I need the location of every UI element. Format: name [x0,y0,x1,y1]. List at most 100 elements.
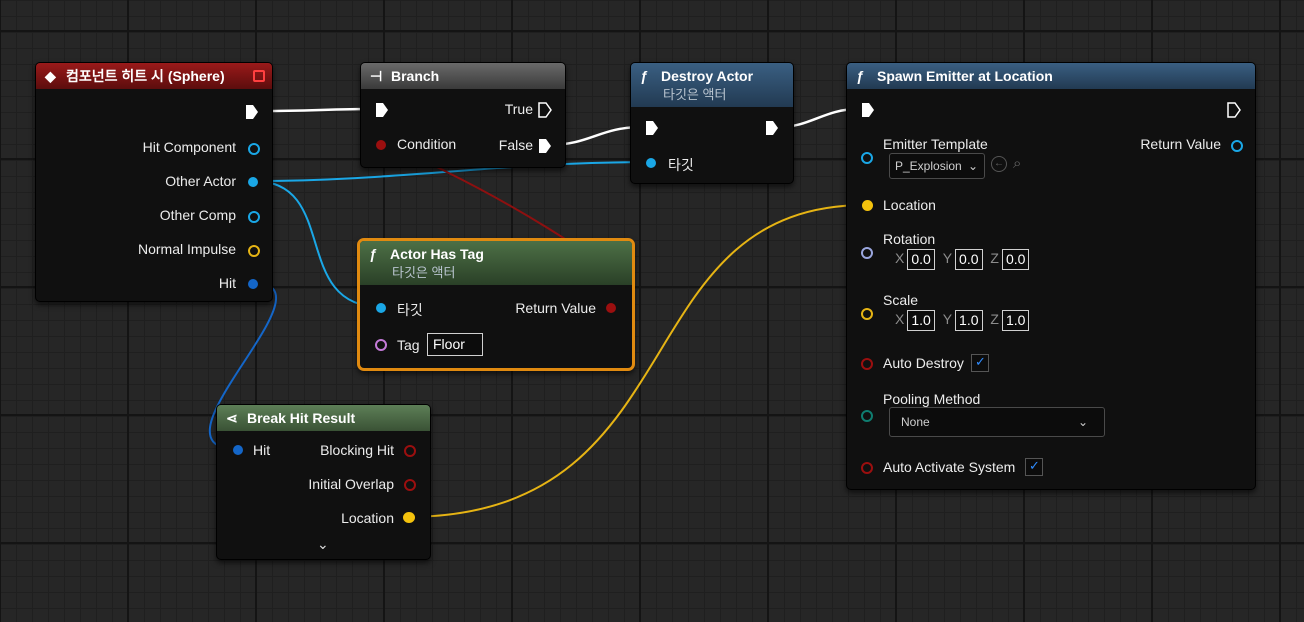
false-exec-pin[interactable] [538,138,552,154]
actor-has-tag-node[interactable]: ƒ Actor Has Tag 타깃은 액터 타깃 Return Value T… [357,238,635,371]
expand-chevron-icon[interactable]: ⌄ [317,536,329,553]
exec-wire-event-branch [261,107,375,113]
rotation-x-field[interactable]: 0.0 [907,249,935,270]
pooling-method-value: None [901,415,930,429]
rotation-pin[interactable] [861,247,873,259]
search-icon[interactable]: ⌕ [1013,155,1021,172]
tag-pin[interactable] [375,339,387,351]
blocking-hit-label: Blocking Hit [320,442,394,458]
actor-has-tag-title: Actor Has Tag [390,246,484,262]
return-value-label: Return Value [515,300,596,316]
pin-label-other-actor: Other Actor [165,173,236,189]
break-hit-result-node[interactable]: ⋖ Break Hit Result Hit Blocking Hit Init… [216,404,431,560]
chevron-down-icon: ⌄ [967,159,978,173]
scale-y-field[interactable]: 1.0 [955,310,983,331]
initial-overlap-pin[interactable] [404,479,416,491]
checkmark-icon: ✓ [1029,458,1040,473]
break-hit-result-title: Break Hit Result [247,410,356,426]
emitter-template-pin[interactable] [861,152,873,164]
location-pin[interactable] [862,200,873,211]
branch-node[interactable]: ⊣ Branch True Condition False [360,62,566,168]
false-label: False [498,137,533,153]
pooling-method-label: Pooling Method [883,391,981,407]
spawn-emitter-node[interactable]: ƒ Spawn Emitter at Location Emitter Temp… [846,62,1256,490]
branch-icon: ⊣ [370,68,383,84]
scale-x-field[interactable]: 1.0 [907,310,935,331]
axis-x-label: X [895,311,905,328]
tag-input[interactable]: Floor [427,333,483,356]
return-value-pin[interactable] [606,303,616,313]
branch-node-title: Branch [391,68,440,84]
initial-overlap-label: Initial Overlap [308,476,394,492]
function-icon: ƒ [369,246,377,262]
event-node-component-hit[interactable]: ◆ 컴포넌트 히트 시 (Sphere) Hit Component Other… [35,62,273,302]
other-comp-pin[interactable] [248,211,260,223]
spawn-emitter-title: Spawn Emitter at Location [877,68,1053,84]
exec-out-pin[interactable] [245,104,259,120]
return-value-label: Return Value [1140,136,1221,152]
hit-component-pin[interactable] [248,143,260,155]
rotation-label: Rotation [883,231,936,247]
actor-has-tag-header[interactable]: ƒ Actor Has Tag 타깃은 액터 [360,241,632,285]
pin-label-hit-component: Hit Component [142,139,236,155]
pin-label-other-comp: Other Comp [159,207,236,223]
auto-destroy-checkbox[interactable]: ✓ [971,354,989,372]
true-label: True [504,101,533,117]
destroy-actor-header[interactable]: ƒ Destroy Actor 타깃은 액터 [631,63,793,107]
exec-in-pin[interactable] [375,102,389,118]
auto-destroy-pin[interactable] [861,358,873,370]
other-actor-pin[interactable] [248,177,258,187]
hit-input-pin[interactable] [233,445,243,455]
event-diamond-icon: ◆ [45,68,56,84]
condition-pin[interactable] [376,140,386,150]
rotation-z-field[interactable]: 0.0 [1001,249,1030,270]
target-pin[interactable] [646,158,656,168]
chevron-down-icon: ⌄ [1077,415,1088,429]
location-label: Location [883,197,936,213]
actor-has-tag-subtitle: 타깃은 액터 [392,265,456,280]
axis-z-label: Z [990,250,999,267]
exec-out-pin[interactable] [765,120,779,136]
tag-label: Tag [397,337,420,353]
pin-label-normal-impulse: Normal Impulse [137,241,236,257]
destroy-actor-node[interactable]: ƒ Destroy Actor 타깃은 액터 타깃 [630,62,794,184]
auto-activate-checkbox[interactable]: ✓ [1025,458,1043,476]
function-icon: ƒ [856,68,864,84]
scale-pin[interactable] [861,308,873,320]
hit-pin[interactable] [248,279,258,289]
auto-activate-pin[interactable] [861,462,873,474]
scale-fields: X 1.0 Y 1.0 Z 1.0 [895,310,1030,331]
checkmark-icon: ✓ [975,354,986,369]
scale-z-field[interactable]: 1.0 [1001,310,1030,331]
target-pin[interactable] [376,303,386,313]
event-node-header[interactable]: ◆ 컴포넌트 히트 시 (Sphere) [36,63,272,89]
break-struct-icon: ⋖ [226,410,238,426]
function-icon: ƒ [640,68,648,84]
axis-y-label: Y [942,250,953,267]
true-exec-pin[interactable] [538,102,552,118]
break-hit-result-header[interactable]: ⋖ Break Hit Result [217,405,430,431]
axis-z-label: Z [990,311,999,328]
spawn-emitter-header[interactable]: ƒ Spawn Emitter at Location [847,63,1255,89]
branch-node-header[interactable]: ⊣ Branch [361,63,565,89]
use-selected-icon[interactable]: ← [991,156,1007,172]
scale-label: Scale [883,292,919,308]
destroy-actor-subtitle: 타깃은 액터 [663,87,727,102]
location-pin[interactable] [403,512,415,523]
pooling-method-pin[interactable] [861,410,873,422]
exec-in-pin[interactable] [645,120,659,136]
axis-x-label: X [895,250,905,267]
blocking-hit-pin[interactable] [404,445,416,457]
pooling-method-dropdown[interactable]: None ⌄ [889,407,1105,437]
emitter-template-label: Emitter Template [883,136,988,152]
normal-impulse-pin[interactable] [248,245,260,257]
target-label: 타깃 [397,302,423,318]
return-value-pin[interactable] [1231,140,1243,152]
destroy-actor-title: Destroy Actor [661,68,754,84]
auto-destroy-label: Auto Destroy [883,355,964,371]
exec-out-pin[interactable] [1227,102,1241,118]
rotation-y-field[interactable]: 0.0 [955,249,983,270]
exec-in-pin[interactable] [861,102,875,118]
emitter-template-dropdown[interactable]: P_Explosion ⌄ [889,153,985,179]
condition-label: Condition [397,136,457,152]
